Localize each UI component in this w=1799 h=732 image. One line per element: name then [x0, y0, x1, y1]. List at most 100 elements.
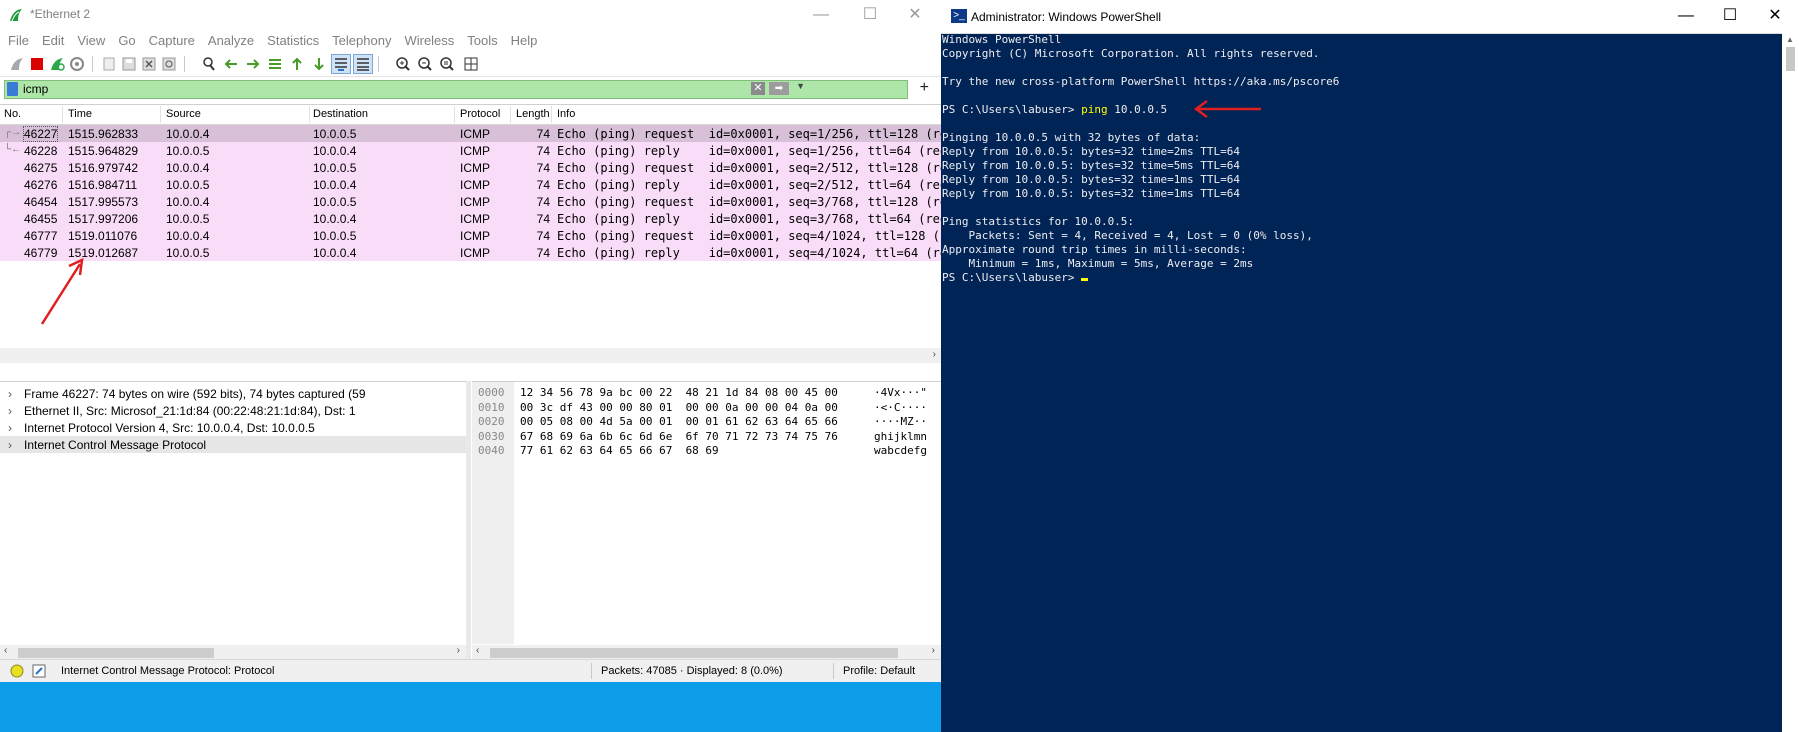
display-filter-input[interactable]: icmp	[23, 82, 48, 96]
scroll-right-icon[interactable]: ›	[933, 349, 936, 360]
resize-columns-icon[interactable]	[462, 55, 480, 73]
save-file-icon[interactable]	[120, 55, 138, 73]
zoom-out-icon[interactable]	[416, 55, 434, 73]
menu-statistics[interactable]: Statistics	[262, 32, 324, 50]
packet-src-cell: 10.0.0.4	[166, 161, 210, 175]
chevron-right-icon[interactable]: ›	[8, 421, 12, 435]
go-to-packet-icon[interactable]	[266, 55, 284, 73]
capture-options-icon[interactable]	[68, 55, 86, 73]
prompt: PS C:\Users\labuser>	[942, 271, 1082, 284]
menu-help[interactable]: Help	[506, 32, 543, 50]
column-source[interactable]: Source	[166, 108, 201, 120]
ps-close-button[interactable]: ✕	[1755, 5, 1795, 27]
minimize-button[interactable]: —	[806, 4, 836, 26]
detail-row-frame[interactable]: › Frame 46227: 74 bytes on wire (592 bits…	[0, 385, 466, 402]
ps-maximize-button[interactable]: ☐	[1710, 5, 1750, 27]
clear-filter-icon[interactable]: ✕	[751, 82, 765, 95]
packet-row[interactable]: 46276 1516.984711 10.0.0.5 10.0.0.4 ICMP 74 Ec…	[0, 176, 941, 193]
packet-proto-cell: ICMP	[460, 178, 490, 192]
maximize-button[interactable]: ☐	[855, 4, 885, 26]
ps-minimize-button[interactable]: —	[1666, 5, 1706, 27]
main-toolbar	[0, 52, 941, 77]
packet-dst-cell: 10.0.0.5	[313, 161, 357, 175]
close-file-icon[interactable]	[140, 55, 158, 73]
packet-list-horizontal-scrollbar[interactable]: ›	[0, 348, 941, 363]
menu-tools[interactable]: Tools	[462, 32, 502, 50]
open-file-icon[interactable]	[100, 55, 118, 73]
zoom-in-icon[interactable]	[394, 55, 412, 73]
console-line: Windows PowerShell	[942, 33, 1062, 46]
menu-telephony[interactable]: Telephony	[327, 32, 396, 50]
chevron-right-icon[interactable]: ›	[8, 387, 12, 401]
restart-capture-icon[interactable]	[48, 55, 66, 73]
command-arg: 10.0.0.5	[1107, 103, 1168, 116]
packet-row[interactable]: ┌→ 46227 1515.962833 10.0.0.4 10.0.0.5 ICMP 74…	[0, 125, 941, 142]
colorize-icon[interactable]	[353, 54, 373, 74]
menu-file[interactable]: File	[3, 32, 34, 50]
column-protocol[interactable]: Protocol	[460, 108, 500, 120]
detail-row-ipv4[interactable]: › Internet Protocol Version 4, Src: 10.0.…	[0, 419, 466, 436]
bytes-horizontal-scrollbar[interactable]: ‹ ›	[472, 645, 941, 660]
go-forward-icon[interactable]	[244, 55, 262, 73]
scroll-up-icon[interactable]: ▲	[1786, 35, 1794, 44]
go-last-icon[interactable]	[310, 55, 328, 73]
packet-row[interactable]: 46455 1517.997206 10.0.0.5 10.0.0.4 ICMP 74 Ec…	[0, 210, 941, 227]
packet-time-cell: 1515.964829	[68, 144, 139, 158]
display-filter-bar[interactable]: icmp ✕ ➡ ▼ +	[4, 79, 929, 99]
menu-analyze[interactable]: Analyze	[203, 32, 259, 50]
column-length[interactable]: Length	[516, 108, 550, 120]
packet-row[interactable]: 46275 1516.979742 10.0.0.4 10.0.0.5 ICMP 74 Ec…	[0, 159, 941, 176]
console-prompt-line[interactable]: PS C:\Users\labuser>	[942, 271, 1089, 284]
menu-wireless[interactable]: Wireless	[399, 32, 459, 50]
console-line: Pinging 10.0.0.5 with 32 bytes of data:	[942, 131, 1201, 144]
bookmark-icon[interactable]	[7, 82, 18, 96]
status-profile[interactable]: Profile: Default	[843, 665, 915, 677]
chevron-right-icon[interactable]: ›	[8, 404, 12, 418]
menu-capture[interactable]: Capture	[144, 32, 200, 50]
column-no[interactable]: No.	[4, 108, 21, 120]
pane-splitter[interactable]	[466, 381, 471, 659]
reload-file-icon[interactable]	[160, 55, 178, 73]
chevron-right-icon[interactable]: ›	[8, 438, 12, 452]
packet-row[interactable]: 46454 1517.995573 10.0.0.4 10.0.0.5 ICMP 74 Ec…	[0, 193, 941, 210]
hex-bytes: 00 05 08 00 4d 5a 00 01 00 01 61 62 63 6…	[520, 415, 838, 428]
packet-src-cell: 10.0.0.5	[166, 212, 210, 226]
column-time[interactable]: Time	[68, 108, 92, 120]
annotation-arrow-left	[1193, 99, 1261, 119]
menu-edit[interactable]: Edit	[37, 32, 69, 50]
start-capture-icon[interactable]	[8, 55, 26, 73]
apply-filter-icon[interactable]: ➡	[769, 82, 789, 95]
packet-no-cell: 46275	[24, 161, 58, 175]
add-filter-button-icon[interactable]: +	[920, 79, 929, 97]
stop-capture-icon[interactable]	[28, 55, 46, 73]
detail-row-icmp[interactable]: › Internet Control Message Protocol	[0, 436, 466, 453]
hex-ascii: ·<·C····	[874, 400, 927, 414]
go-back-icon[interactable]	[222, 55, 240, 73]
powershell-title-bar: >_ Administrator: Windows PowerShell — ☐…	[941, 0, 1799, 34]
find-packet-icon[interactable]	[200, 55, 218, 73]
go-first-icon[interactable]	[288, 55, 306, 73]
expert-info-icon[interactable]	[10, 664, 24, 678]
column-destination[interactable]: Destination	[313, 108, 368, 120]
details-horizontal-scrollbar[interactable]: ‹ ›	[0, 645, 466, 660]
autoscroll-icon[interactable]	[331, 54, 351, 74]
menu-view[interactable]: View	[72, 32, 110, 50]
powershell-console[interactable]: Windows PowerShell Copyright (C) Microso…	[942, 33, 1780, 723]
packet-row[interactable]: └← 46228 1515.964829 10.0.0.5 10.0.0.4 ICMP 74…	[0, 142, 941, 159]
packet-time-cell: 1515.962833	[68, 127, 139, 141]
packet-row[interactable]: 46779 1519.012687 10.0.0.5 10.0.0.4 ICMP 74 Ec…	[0, 244, 941, 261]
menu-go[interactable]: Go	[113, 32, 140, 50]
column-info[interactable]: Info	[557, 108, 575, 120]
packet-time-cell: 1516.979742	[68, 161, 139, 175]
capture-comment-icon[interactable]	[32, 664, 46, 678]
hex-offset: 0030	[478, 429, 505, 443]
status-packet-counts[interactable]: Packets: 47085 · Displayed: 8 (0.0%)	[601, 665, 783, 677]
status-bar: Internet Control Message Protocol: Proto…	[0, 659, 941, 682]
close-button[interactable]: ✕	[900, 4, 930, 26]
detail-row-ethernet[interactable]: › Ethernet II, Src: Microsof_21:1d:84 (00…	[0, 402, 466, 419]
packet-row[interactable]: 46777 1519.011076 10.0.0.4 10.0.0.5 ICMP 74 Ec…	[0, 227, 941, 244]
zoom-normal-icon[interactable]	[438, 55, 456, 73]
packet-list-header: No. Time Source Destination Protocol Len…	[0, 105, 941, 125]
ps-vertical-scrollbar[interactable]: ▲	[1782, 33, 1799, 732]
filter-dropdown-icon[interactable]: ▼	[796, 81, 805, 91]
